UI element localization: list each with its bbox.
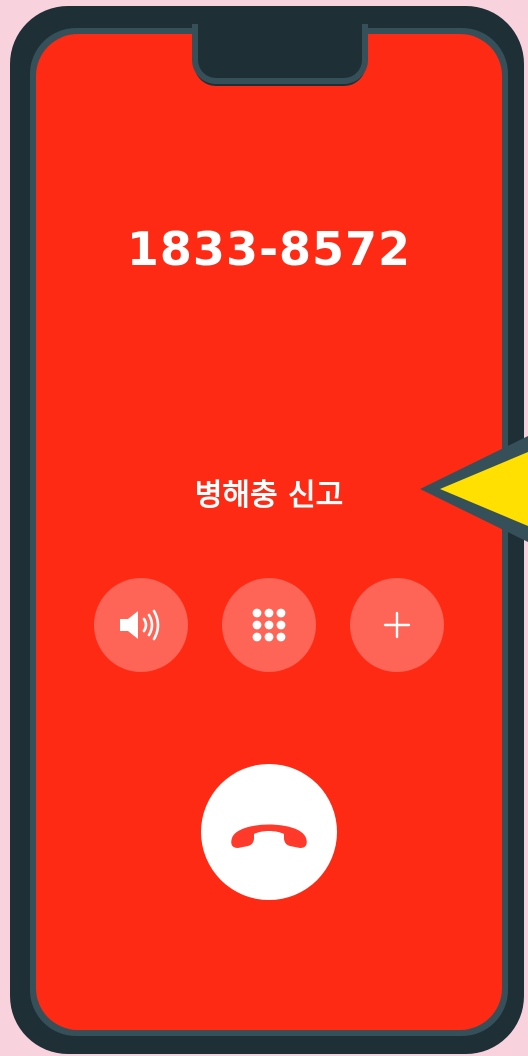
add-call-button[interactable] [350,578,444,672]
plus-icon [383,611,411,639]
phone-number: 1833-8572 [126,222,412,276]
phone-notch [192,24,368,86]
speaker-icon [120,609,160,641]
pointer-arrow-icon [420,436,528,542]
keypad-button[interactable] [222,578,316,672]
end-call-button[interactable] [201,764,337,900]
hang-up-icon [231,824,307,848]
call-screen-illustration: 1833-8572 병해충 신고 [0,0,528,1056]
speaker-button[interactable] [94,578,188,672]
keypad-icon [252,608,286,642]
